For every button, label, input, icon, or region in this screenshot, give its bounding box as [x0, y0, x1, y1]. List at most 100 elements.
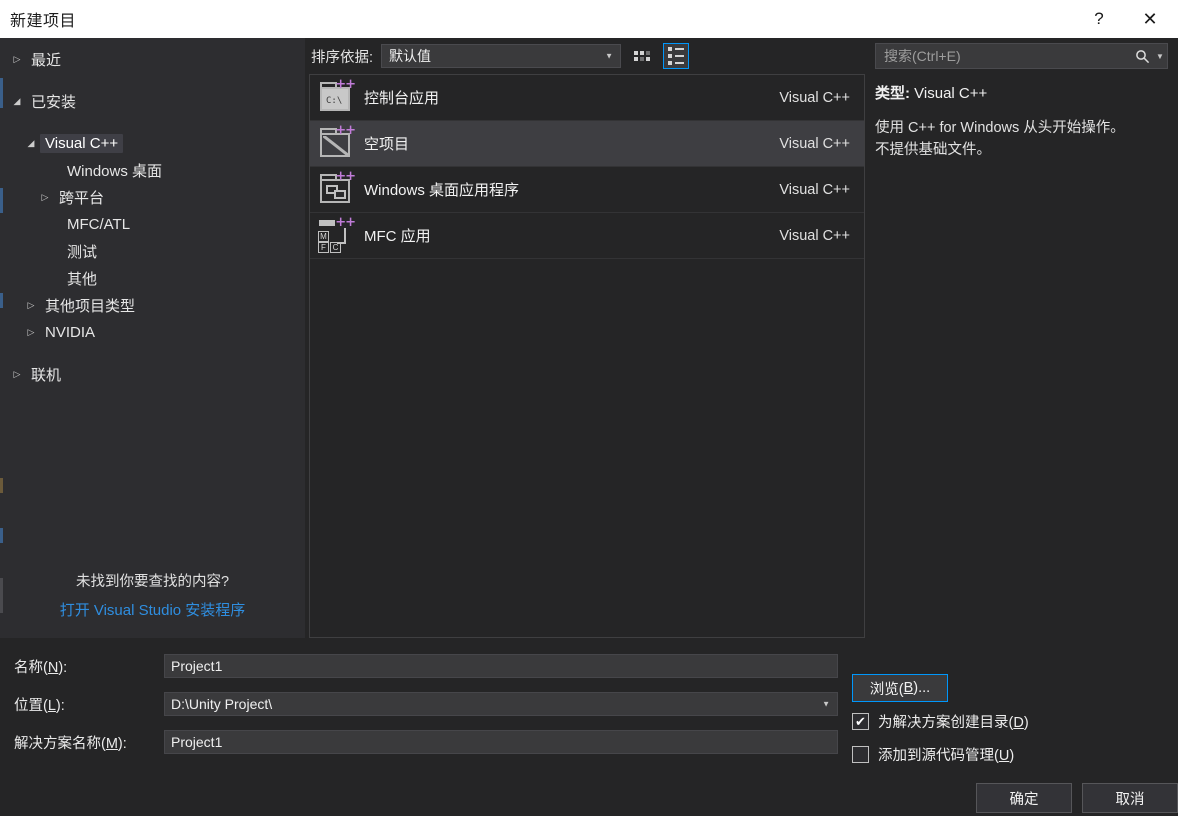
cpp-plus-plus-icon: ++ — [335, 214, 356, 230]
sidebar-item-windows-desktop[interactable]: ▷ Windows 桌面 — [0, 157, 305, 184]
sidebar-item-other[interactable]: ▷ 其他 — [0, 265, 305, 292]
template-row-mfc-app[interactable]: M F C ++ MFC 应用 Visual C++ — [310, 213, 864, 259]
search-icon[interactable] — [1131, 49, 1153, 64]
description-line-1: 使用 C++ for Windows 从头开始操作。 — [875, 120, 1125, 136]
cpp-plus-plus-icon: ++ — [335, 168, 356, 184]
ok-button[interactable]: 确定 — [976, 783, 1072, 813]
template-name: 控制台应用 — [364, 90, 440, 107]
templates-list[interactable]: C:\ ++ 控制台应用 Visual C++ ++ 空项目 Visual C+… — [309, 74, 865, 638]
template-type-value: Visual C++ — [914, 85, 988, 102]
sidebar-item-label: 其他项目类型 — [45, 298, 136, 315]
create-directory-checkbox-row[interactable]: ✔ 为解决方案创建目录(D) — [852, 707, 1178, 735]
sidebar-item-test[interactable]: ▷ 测试 — [0, 238, 305, 265]
grid-view-icon — [634, 51, 651, 61]
sidebar-item-other-project-types[interactable]: ▷ 其他项目类型 — [0, 292, 305, 319]
solution-name-label: 解决方案名称(M): — [14, 732, 164, 753]
check1-label-pre: 为解决方案创建目录( — [878, 714, 1014, 731]
search-box[interactable]: ▼ — [875, 43, 1168, 69]
template-type-row: 类型: Visual C++ — [875, 82, 1168, 103]
template-name: MFC 应用 — [364, 228, 431, 245]
chevron-down-icon: ▼ — [605, 51, 614, 61]
search-row: ▼ — [875, 38, 1168, 74]
chevron-right-icon: ▷ — [27, 327, 35, 337]
sidebar-item-visual-cpp[interactable]: ◢ Visual C++ — [0, 130, 305, 157]
form-right-controls: 浏览(B)... ✔ 为解决方案创建目录(D) 添加到源代码管理(U) 确定 取… — [852, 674, 1178, 813]
project-settings-form: 名称(N): Project1 位置(L): D:\Unity Project\… — [0, 638, 1178, 816]
chevron-right-icon: ▷ — [13, 369, 21, 379]
not-found-section: 未找到你要查找的内容? 打开 Visual Studio 安装程序 — [0, 570, 305, 638]
location-combobox[interactable]: D:\Unity Project\ ▼ — [164, 692, 838, 716]
no-chevron-icon: ▷ — [44, 165, 62, 176]
template-description: 使用 C++ for Windows 从头开始操作。 不提供基础文件。 — [875, 117, 1168, 161]
category-tree: ▷ 最近 ◢ 已安装 ◢ Visual C++ ▷ Windows 桌面 — [0, 46, 305, 570]
sidebar-item-label: 联机 — [31, 367, 62, 384]
tree-gap — [0, 73, 305, 88]
name-input[interactable]: Project1 — [164, 654, 838, 678]
console-prompt-text: C:\ — [326, 95, 343, 106]
location-value: D:\Unity Project\ — [171, 696, 273, 712]
close-icon[interactable]: ✕ — [1122, 0, 1178, 38]
sidebar-item-mfc-atl[interactable]: ▷ MFC/ATL — [0, 211, 305, 238]
title-bar-shape — [319, 219, 335, 226]
source-control-label: 添加到源代码管理(U) — [878, 744, 1014, 765]
create-directory-label: 为解决方案创建目录(D) — [878, 711, 1029, 732]
sidebar-item-recent[interactable]: ▷ 最近 — [0, 46, 305, 73]
check1-label-accel: D — [1013, 714, 1024, 731]
sidebar-item-label: NVIDIA — [45, 324, 96, 341]
name-value: Project1 — [171, 658, 223, 674]
sidebar-item-cross-platform[interactable]: ▷ 跨平台 — [0, 184, 305, 211]
sidebar-item-label: Visual C++ — [40, 134, 124, 153]
templates-column: 排序依据: 默认值 ▼ C:\ ++ 控制台应用 Visual C++ ++ 空… — [305, 38, 865, 638]
description-line-2: 不提供基础文件。 — [875, 142, 991, 158]
sidebar-item-online[interactable]: ▷ 联机 — [0, 361, 305, 388]
cpp-plus-plus-icon: ++ — [335, 76, 356, 92]
template-type-label: 类型: — [875, 85, 910, 102]
solution-name-input[interactable]: Project1 — [164, 730, 838, 754]
categories-sidebar: ▷ 最近 ◢ 已安装 ◢ Visual C++ ▷ Windows 桌面 — [0, 38, 305, 638]
diagonal-slash-shape — [323, 136, 349, 156]
template-row-console-app[interactable]: C:\ ++ 控制台应用 Visual C++ — [310, 75, 864, 121]
chevron-down-icon: ◢ — [13, 96, 21, 106]
sidebar-item-nvidia[interactable]: ▷ NVIDIA — [0, 319, 305, 346]
sort-by-select[interactable]: 默认值 ▼ — [381, 44, 622, 68]
templates-toolbar: 排序依据: 默认值 ▼ — [305, 38, 865, 74]
search-input[interactable] — [884, 48, 1131, 64]
sort-by-label: 排序依据: — [311, 49, 374, 66]
not-found-question: 未找到你要查找的内容? — [75, 574, 230, 590]
chevron-right-icon: ▷ — [13, 54, 21, 64]
sidebar-item-installed[interactable]: ◢ 已安装 — [0, 88, 305, 115]
mfc-letter-m: M — [318, 230, 329, 242]
name-label-accel: N — [47, 659, 59, 676]
sidebar-item-label: 已安装 — [31, 94, 77, 111]
check2-label-post: ) — [1009, 747, 1015, 764]
tree-gap — [0, 346, 305, 361]
browse-button[interactable]: 浏览(B)... — [852, 674, 948, 702]
template-name: 空项目 — [364, 136, 410, 153]
dialog-body: ▷ 最近 ◢ 已安装 ◢ Visual C++ ▷ Windows 桌面 — [0, 38, 1178, 638]
no-chevron-icon: ▷ — [44, 273, 62, 284]
grid-view-button[interactable] — [629, 43, 655, 69]
create-directory-checkbox[interactable]: ✔ — [852, 712, 869, 730]
location-label: 位置(L): — [14, 694, 164, 715]
open-vs-installer-link[interactable]: 打开 Visual Studio 安装程序 — [0, 599, 305, 620]
template-row-empty-project[interactable]: ++ 空项目 Visual C++ — [310, 121, 864, 167]
front-rectangle-shape — [334, 189, 346, 199]
list-view-button[interactable] — [663, 43, 690, 69]
source-control-checkbox-row[interactable]: 添加到源代码管理(U) — [852, 740, 1178, 768]
tree-gap — [0, 115, 305, 130]
page-title: 新建项目 — [10, 13, 77, 30]
help-icon[interactable]: ? — [1076, 0, 1122, 38]
template-row-windows-desktop-app[interactable]: ++ Windows 桌面应用程序 Visual C++ — [310, 167, 864, 213]
sidebar-item-label: Windows 桌面 — [67, 163, 163, 180]
details-panel: ▼ 类型: Visual C++ 使用 C++ for Windows 从头开始… — [865, 38, 1178, 638]
solution-name-value: Project1 — [171, 734, 223, 750]
browse-label-pre: 浏览( — [869, 681, 904, 698]
location-label-post: ): — [55, 697, 65, 714]
sidebar-item-label: 最近 — [31, 52, 62, 69]
console-app-icon: C:\ ++ — [318, 76, 356, 116]
source-control-checkbox[interactable] — [852, 745, 869, 763]
cancel-button[interactable]: 取消 — [1082, 783, 1178, 813]
chevron-down-icon[interactable]: ▼ — [1153, 52, 1167, 61]
chevron-right-icon: ▷ — [41, 192, 49, 202]
chevron-down-icon[interactable]: ▼ — [822, 700, 830, 709]
